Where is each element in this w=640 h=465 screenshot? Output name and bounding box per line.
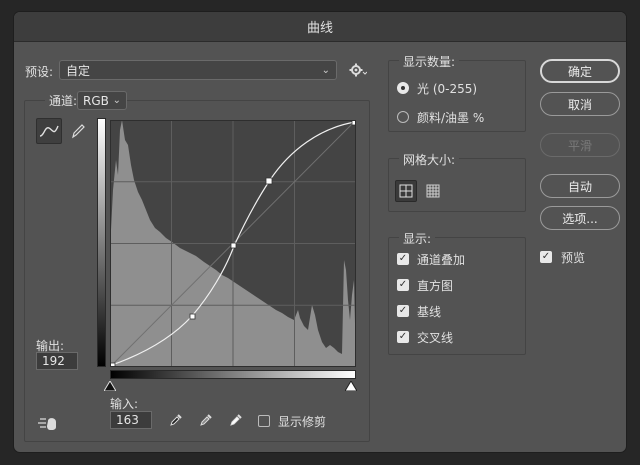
show-clipping-checkbox[interactable] [258,415,270,427]
preview-checkbox[interactable]: ✓ [540,251,552,263]
output-field[interactable]: 192 [36,352,78,370]
preset-value: 自定 [66,62,90,79]
dialog-title: 曲线 [14,12,626,42]
channel-value: RGB [83,94,109,108]
pigment-ink-radio[interactable] [397,111,409,123]
curves-graph[interactable] [110,120,356,367]
pigment-ink-radio-label: 颜料/油墨 % [417,109,484,126]
curve-point-tool-icon[interactable] [36,118,62,144]
output-gradient-bar [97,118,106,367]
channel-select[interactable]: RGB ⌄ [77,91,127,110]
preset-options-gear-icon[interactable] [348,62,368,78]
intersection-line-label: 交叉线 [417,329,453,346]
ok-button[interactable]: 确定 [540,59,620,83]
chevron-down-icon: ⌄ [322,65,330,76]
chevron-down-icon: ⌄ [113,95,121,106]
intersection-line-checkbox[interactable]: ✓ [397,331,409,343]
white-eyedropper-icon[interactable] [226,410,246,430]
grid-size-title: 网格大小: [399,151,459,168]
input-gradient-bar [110,370,356,379]
targeted-adjustment-hand-icon[interactable] [38,414,60,432]
channel-overlay-label: 通道叠加 [417,251,465,268]
show-amount-title: 显示数量: [399,53,459,70]
light-radio-label: 光 (0-255) [417,80,477,97]
histogram-checkbox[interactable]: ✓ [397,279,409,291]
smooth-button[interactable]: 平滑 [540,133,620,157]
curves-dialog: 曲线 预设: 自定 ⌄ 通道: RGB ⌄ [14,12,626,452]
black-point-slider-icon[interactable] [104,380,116,394]
curve-point-selected[interactable] [266,178,272,184]
detailed-grid-icon[interactable] [422,180,444,202]
histogram-label: 直方图 [417,277,453,294]
preset-label: 预设: [25,63,53,80]
curve-point[interactable] [190,314,195,319]
light-radio[interactable] [397,82,409,94]
channel-label: 通道: [45,92,81,109]
options-button[interactable]: 选项... [540,206,620,230]
auto-button[interactable]: 自动 [540,174,620,198]
input-field[interactable]: 163 [110,411,152,429]
cancel-button[interactable]: 取消 [540,92,620,116]
show-options-title: 显示: [399,230,435,247]
white-point-slider-icon[interactable] [345,380,357,394]
baseline-checkbox[interactable]: ✓ [397,305,409,317]
preset-select[interactable]: 自定 ⌄ [59,60,337,80]
simple-grid-icon[interactable] [395,180,417,202]
preview-label: 预览 [561,249,585,266]
black-eyedropper-icon[interactable] [166,410,186,430]
pencil-icon[interactable] [68,120,88,142]
baseline-label: 基线 [417,303,441,320]
curve-point[interactable] [231,243,236,248]
show-clipping-label: 显示修剪 [278,413,326,430]
gray-eyedropper-icon[interactable] [196,410,216,430]
input-label: 输入: [110,395,138,412]
channel-overlay-checkbox[interactable]: ✓ [397,253,409,265]
